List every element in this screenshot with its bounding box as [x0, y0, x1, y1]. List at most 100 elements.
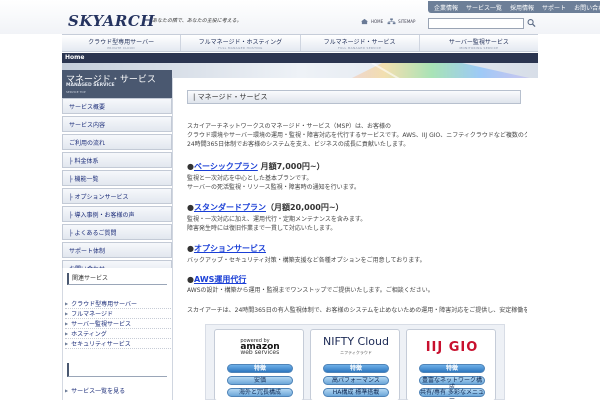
iij-card[interactable]: IIJ GIO 特徴 豊富なネットワーク構成 共有/専有 多彩なメニュー — [406, 329, 496, 400]
service-list-label: サービス一覧を見る — [71, 388, 126, 395]
gnav-label: クラウド型専用サーバー — [88, 39, 155, 46]
gnav-sublabel: PRIVATE CLOUD — [107, 46, 135, 50]
gnav-managed-hosting[interactable]: フルマネージド・ホスティング FULL MANAGED HOSTING — [180, 35, 299, 51]
related-services-title: 関連サービス — [67, 273, 167, 285]
home-link[interactable]: HOME — [360, 18, 383, 25]
related-link-label: クラウド型専用サーバー — [71, 301, 138, 308]
option-link[interactable]: オプションサービス — [194, 244, 266, 253]
search-input[interactable] — [428, 18, 524, 29]
gnav-label: サーバー監視サービス — [448, 39, 509, 46]
sidebar-title-sub[interactable]: SERVICE TOP — [66, 90, 86, 94]
plan-basic-desc: サーバーの死活監視・リソース監視・障害時の通知を行います。 — [187, 184, 361, 191]
cloud-partners: powered by amazon web services 特徴 安価 海外と… — [205, 324, 505, 400]
support-line: スカイアーチは、24時間365日の有人監視体制で、お客様のシステムを止めないため… — [187, 307, 527, 314]
breadcrumb: Home — [62, 53, 538, 63]
intro-line: クラウド環境やサーバー環境の運用・監視・障害対応を代行するサービスです。AWS、… — [187, 132, 527, 139]
nifty-logo-text: NIFTY Cloud ニフティクラウド — [323, 336, 389, 358]
related-link[interactable]: ▶ ホスティング — [65, 329, 171, 339]
feature-badge: 安価 — [227, 376, 293, 385]
top-link-contact[interactable]: お問い合わせ — [574, 3, 600, 12]
arrow-right-icon: ▶ — [65, 331, 69, 336]
bullet-icon: ● — [187, 203, 194, 212]
plan-standard-heading: ●スタンダードプラン（月額20,000円~） — [187, 202, 344, 213]
aws-card[interactable]: powered by amazon web services 特徴 安価 海外と… — [214, 329, 304, 400]
bullet-icon: ● — [187, 244, 194, 253]
arrow-right-icon: ▶ — [65, 311, 69, 316]
related-link[interactable]: ▶ クラウド型専用サーバー — [65, 299, 171, 309]
nifty-card[interactable]: NIFTY Cloud ニフティクラウド 特徴 高パフォーマンス HA構成 標準… — [310, 329, 400, 400]
plan-basic-link[interactable]: ベーシックプラン — [194, 162, 258, 171]
main-content: | マネージド・サービス スカイアーチネットワークスのマネージド・サービス（MS… — [172, 78, 538, 400]
sidebar-title: マネージド・サービス MANAGED SERVICE SERVICE TOP — [62, 70, 172, 98]
plan-standard-desc: 障害発生時には復旧作業まで一貫して対応いたします。 — [187, 225, 337, 232]
option-desc: バックアップ・セキュリティ対策・構築支援など各種オプションをご用意しております。 — [187, 257, 426, 264]
top-link-recruit[interactable]: 採用情報 — [510, 3, 534, 12]
sidebar-item[interactable]: サポート体制 — [62, 242, 172, 258]
plan-standard-link[interactable]: スタンダードプラン — [194, 203, 266, 212]
plan-basic-price: 月額7,000円~） — [257, 162, 325, 171]
iij-logo-text: IIJ GIO — [425, 339, 479, 355]
related-link-label: ホスティング — [71, 331, 107, 338]
related-services: 関連サービス ▶ クラウド型専用サーバー ▶ フルマネージド ▶ サーバー監視サービス… — [62, 268, 172, 400]
arrow-right-icon: ▶ — [65, 301, 69, 306]
sidebar-item[interactable]: ご利用の流れ — [62, 134, 172, 150]
sidebar-item[interactable]: サービス概要 — [62, 98, 172, 114]
gnav-private-cloud[interactable]: クラウド型専用サーバー PRIVATE CLOUD — [62, 35, 180, 51]
global-nav: クラウド型専用サーバー PRIVATE CLOUD フルマネージド・ホスティング… — [62, 34, 538, 52]
related-link-label: セキュリティサービス — [71, 341, 131, 348]
related-link[interactable]: ▶ セキュリティサービス — [65, 339, 171, 349]
gnav-label: フルマネージド・サービス — [323, 39, 396, 46]
aws-desc: AWSの設計・構築から運用・監視までワンストップでご提供いたします。ご相談くださ… — [187, 287, 434, 294]
top-link-services[interactable]: サービス一覧 — [466, 3, 502, 12]
feature-badge: HA構成 標準搭載 — [323, 388, 389, 397]
top-link-support[interactable]: サポート — [542, 3, 566, 12]
related-link[interactable]: ▶ サーバー監視サービス — [65, 319, 171, 329]
aws-logo: powered by amazon web services — [219, 334, 301, 360]
sidebar-title-en: MANAGED SERVICE — [66, 83, 115, 88]
related-links: ▶ クラウド型専用サーバー ▶ フルマネージド ▶ サーバー監視サービス ▶ ホスティン… — [65, 299, 171, 349]
intro-line: スカイアーチネットワークスのマネージド・サービス（MSP）は、お客様の — [187, 123, 391, 130]
site-logo[interactable]: SKYARCH — [68, 12, 155, 30]
sitemap-icon — [387, 18, 396, 25]
gnav-sublabel: FULL MANAGED SERVICE — [338, 46, 382, 50]
feature-badge: 特徴 — [227, 364, 293, 373]
gnav-label: フルマネージド・ホスティング — [198, 39, 283, 46]
plan-basic-heading: ●ベーシックプラン 月額7,000円~） — [187, 161, 325, 172]
service-list-link[interactable]: ▶ サービス一覧を見る — [65, 386, 125, 395]
related-link[interactable]: ▶ フルマネージド — [65, 309, 171, 319]
sidebar-item[interactable]: ├ オプションサービス — [62, 188, 172, 204]
section-title-bar — [67, 363, 167, 377]
home-icon — [361, 18, 368, 25]
intro-line: 24時間365日体制でお客様のシステムを支え、ビジネスの成長に貢献いたします。 — [187, 141, 410, 148]
home-link-label: HOME — [371, 19, 384, 24]
top-link-company[interactable]: 企業情報 — [434, 3, 458, 12]
related-link-label: サーバー監視サービス — [71, 321, 132, 328]
aws-web-services: web services — [240, 349, 280, 356]
bullet-icon: ● — [187, 275, 194, 284]
search-icon[interactable] — [527, 18, 536, 28]
gnav-monitoring[interactable]: サーバー監視サービス MONITORING SERVICE — [418, 35, 538, 51]
gnav-sublabel: MONITORING SERVICE — [459, 46, 499, 50]
sidebar-item[interactable]: ├ 料金体系 — [62, 152, 172, 168]
utility-links: HOME SITEMAP — [360, 18, 415, 25]
feature-badge: 特徴 — [419, 364, 485, 373]
related-link-label: フルマネージド — [71, 311, 113, 318]
sitemap-link[interactable]: SITEMAP — [387, 18, 415, 25]
aws-heading: ●AWS運用代行 — [187, 274, 246, 285]
feature-badge: 共有/専有 多彩なメニュー — [419, 388, 485, 400]
gnav-managed-service[interactable]: フルマネージド・サービス FULL MANAGED SERVICE — [299, 35, 419, 51]
arrow-right-icon: ▶ — [65, 321, 69, 326]
arrow-right-icon: ▶ — [65, 388, 69, 393]
gnav-sublabel: FULL MANAGED HOSTING — [218, 46, 263, 50]
plan-standard-price: （月額20,000円~） — [265, 203, 344, 212]
sidebar-item[interactable]: サービス内容 — [62, 116, 172, 132]
page-title: | マネージド・サービス — [187, 90, 521, 104]
feature-badge: 海外と冗長構成 — [227, 388, 293, 397]
breadcrumb-home[interactable]: Home — [65, 54, 84, 61]
aws-link[interactable]: AWS運用代行 — [194, 275, 246, 284]
sitemap-link-label: SITEMAP — [398, 19, 416, 24]
plan-standard-desc: 監視・一次対応に加え、運用代行・定期メンテナンスを含みます。 — [187, 216, 367, 223]
sidebar-item[interactable]: ├ 導入事例・お客様の声 — [62, 206, 172, 222]
sidebar-item[interactable]: ├ 機能一覧 — [62, 170, 172, 186]
sidebar-item[interactable]: ├ よくあるご質問 — [62, 224, 172, 240]
